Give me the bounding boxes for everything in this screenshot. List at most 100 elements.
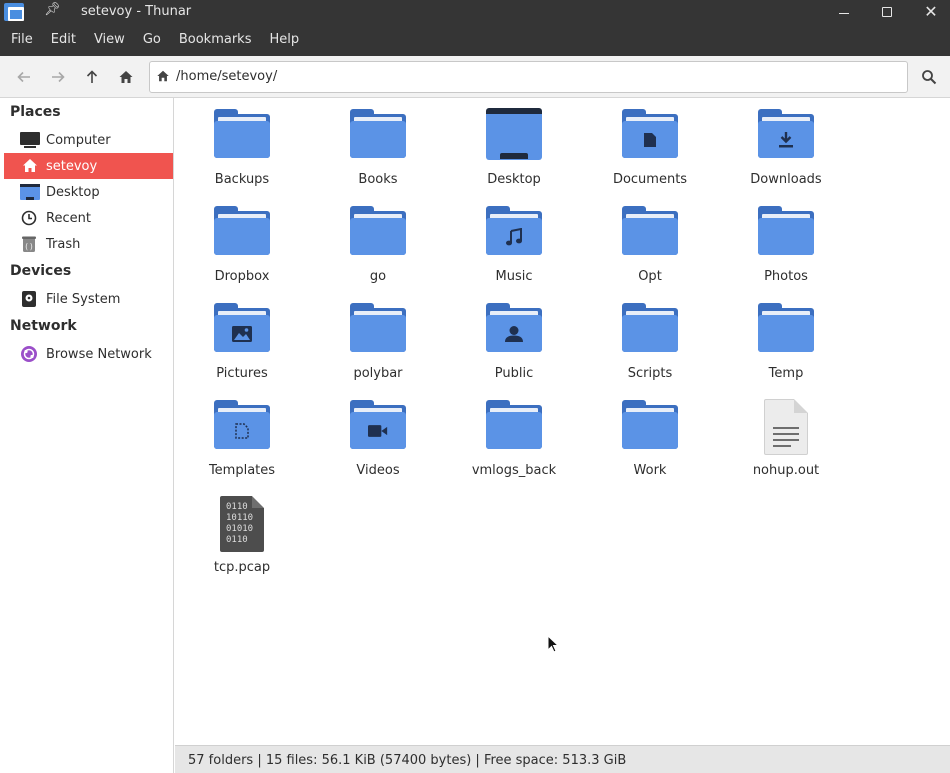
person-icon	[504, 324, 524, 344]
sidebar-item-computer[interactable]: Computer	[4, 127, 173, 153]
sidebar-item-label: Browse Network	[46, 346, 152, 362]
folder-icon	[758, 205, 814, 259]
documents-folder-icon	[622, 108, 678, 162]
desktop-folder-icon	[486, 108, 542, 162]
close-button[interactable]: ✕	[909, 0, 950, 24]
home-icon	[157, 70, 169, 82]
file-item-label: Public	[494, 366, 534, 381]
file-item-vmlogs-back[interactable]: vmlogs_back	[449, 389, 579, 479]
arrow-up-icon	[86, 70, 98, 83]
menu-bookmarks[interactable]: Bookmarks	[170, 24, 261, 56]
home-button[interactable]	[114, 65, 138, 89]
drive-icon	[20, 290, 40, 308]
file-item-music[interactable]: Music	[449, 195, 579, 285]
search-button[interactable]	[917, 65, 941, 89]
folder-icon	[622, 302, 678, 356]
file-item-label: Work	[633, 463, 667, 478]
close-icon: ✕	[924, 2, 938, 21]
file-item-photos[interactable]: Photos	[721, 195, 851, 285]
file-item-label: Desktop	[487, 172, 541, 187]
folder-icon	[350, 302, 406, 356]
folder-icon	[350, 205, 406, 259]
arrow-left-icon	[17, 71, 30, 83]
up-button[interactable]	[80, 65, 104, 89]
templates-folder-icon	[214, 399, 270, 453]
sidebar-item-label: Trash	[46, 236, 81, 252]
menu-go[interactable]: Go	[134, 24, 170, 56]
file-item-tcp-pcap[interactable]: 0110 10110 01010 0110 tcp.pcap	[177, 486, 307, 576]
status-bar: 57 folders | 15 files: 56.1 KiB (57400 b…	[175, 745, 950, 773]
toolbar: /home/setevoy/	[0, 56, 950, 98]
sidebar-item-label: setevoy	[46, 158, 98, 174]
menu-view[interactable]: View	[85, 24, 134, 56]
file-item-label: polybar	[353, 366, 403, 381]
sidebar-item-trash[interactable]: () Trash	[4, 231, 173, 257]
file-view[interactable]: Backups Books Desktop Documents Download…	[175, 98, 950, 745]
file-item-polybar[interactable]: polybar	[313, 292, 443, 382]
file-item-label: go	[369, 269, 387, 284]
desktop-icon	[20, 183, 40, 201]
sidebar-item-desktop[interactable]: Desktop	[4, 179, 173, 205]
sidebar-item-setevoy[interactable]: setevoy	[4, 153, 173, 179]
file-item-books[interactable]: Books	[313, 98, 443, 188]
menu-edit[interactable]: Edit	[42, 24, 85, 56]
folder-icon	[758, 302, 814, 356]
sidebar-item-label: Computer	[46, 132, 111, 148]
sidebar-item-recent[interactable]: Recent	[4, 205, 173, 231]
file-item-downloads[interactable]: Downloads	[721, 98, 851, 188]
file-item-backups[interactable]: Backups	[177, 98, 307, 188]
sidebar-item-file-system[interactable]: File System	[4, 286, 173, 312]
file-item-label: Backups	[214, 172, 270, 187]
back-button[interactable]	[12, 65, 36, 89]
folder-icon	[214, 205, 270, 259]
menu-file[interactable]: File	[2, 24, 42, 56]
music-folder-icon	[486, 205, 542, 259]
sidebar-item-label: File System	[46, 291, 121, 307]
file-item-dropbox[interactable]: Dropbox	[177, 195, 307, 285]
pin-icon[interactable]: 📌︎	[44, 2, 61, 17]
file-item-label: Music	[495, 269, 533, 284]
home-icon	[20, 157, 40, 175]
mouse-pointer-icon	[547, 635, 559, 653]
sidebar-header-places: Places	[10, 104, 61, 120]
file-item-label: vmlogs_back	[471, 463, 557, 478]
status-text: 57 folders | 15 files: 56.1 KiB (57400 b…	[188, 753, 627, 768]
arrow-right-icon	[52, 71, 65, 83]
file-item-label: Templates	[208, 463, 276, 478]
file-item-desktop[interactable]: Desktop	[449, 98, 579, 188]
forward-button[interactable]	[46, 65, 70, 89]
file-item-templates[interactable]: Templates	[177, 389, 307, 479]
file-item-label: Pictures	[216, 366, 268, 381]
file-item-temp[interactable]: Temp	[721, 292, 851, 382]
file-item-go[interactable]: go	[313, 195, 443, 285]
video-camera-icon	[368, 421, 388, 441]
music-note-icon	[504, 227, 524, 247]
maximize-icon	[882, 7, 892, 17]
videos-folder-icon	[350, 399, 406, 453]
maximize-button[interactable]	[865, 0, 909, 24]
file-item-videos[interactable]: Videos	[313, 389, 443, 479]
file-item-scripts[interactable]: Scripts	[585, 292, 715, 382]
file-item-label: Temp	[768, 366, 804, 381]
sidebar: Places Computer setevoy Desktop Recent (…	[0, 98, 174, 773]
file-item-public[interactable]: Public	[449, 292, 579, 382]
file-item-pictures[interactable]: Pictures	[177, 292, 307, 382]
location-path[interactable]: /home/setevoy/	[176, 69, 277, 84]
file-item-label: Scripts	[627, 366, 673, 381]
minimize-icon	[839, 12, 849, 14]
sidebar-item-browse-network[interactable]: Browse Network	[4, 341, 173, 367]
title-bar: 📌︎ setevoy - Thunar ✕	[0, 0, 950, 24]
thunar-app-icon[interactable]	[4, 3, 24, 21]
file-item-work[interactable]: Work	[585, 389, 715, 479]
file-item-label: Photos	[764, 269, 808, 284]
file-item-nohup-out[interactable]: nohup.out	[721, 389, 851, 479]
menu-help[interactable]: Help	[260, 24, 308, 56]
home-icon	[119, 71, 133, 83]
template-icon	[232, 421, 252, 441]
location-bar[interactable]: /home/setevoy/	[149, 61, 908, 93]
file-item-documents[interactable]: Documents	[585, 98, 715, 188]
file-item-label: Books	[358, 172, 398, 187]
file-item-opt[interactable]: Opt	[585, 195, 715, 285]
document-icon	[640, 130, 660, 150]
minimize-button[interactable]	[822, 0, 866, 24]
